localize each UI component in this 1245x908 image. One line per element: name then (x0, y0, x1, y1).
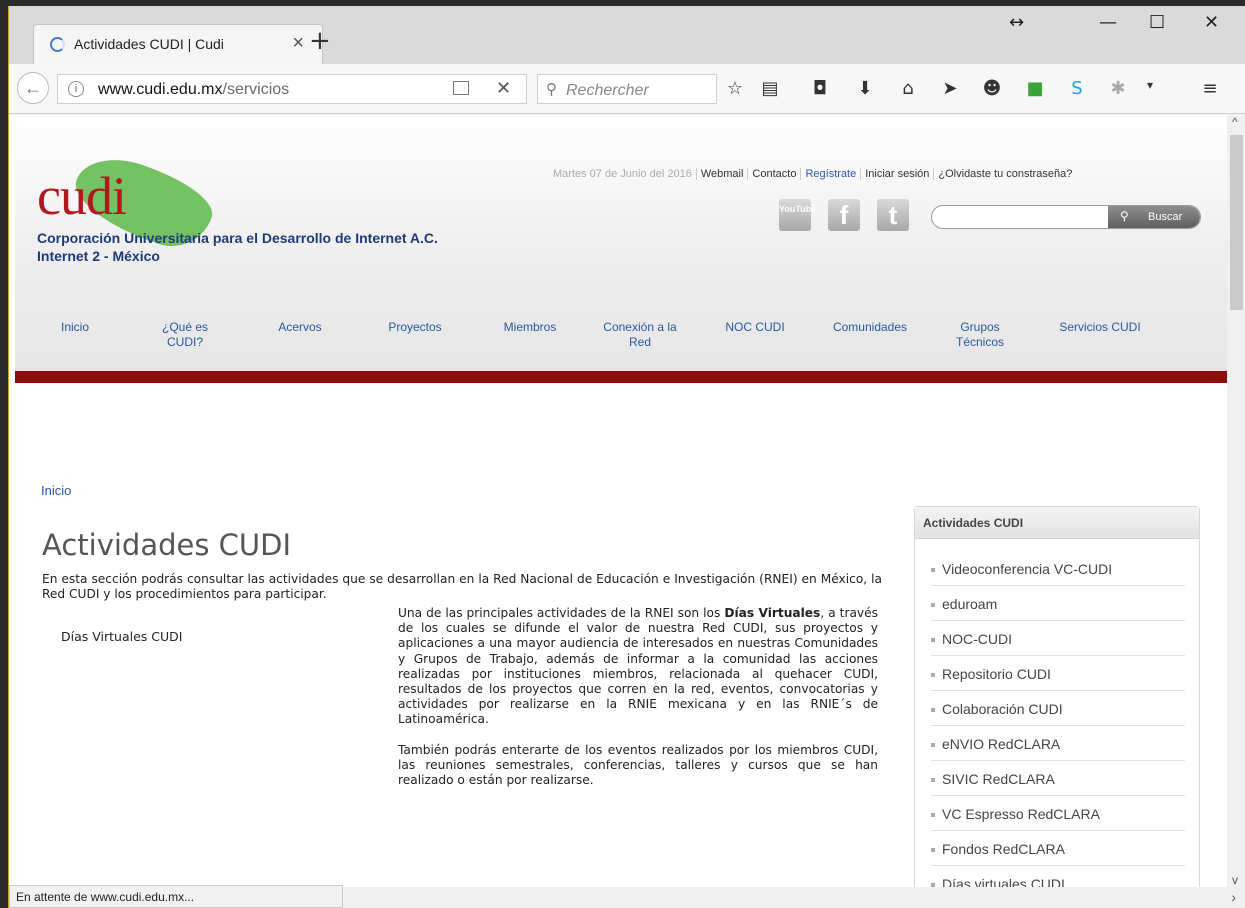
scroll-down-icon[interactable]: v (1232, 873, 1238, 887)
download-icon[interactable]: ⬇ (854, 78, 876, 99)
extension-icon[interactable]: ■ (1024, 78, 1046, 99)
nav-item-conexion[interactable]: Conexión a la Red (590, 320, 690, 350)
maximize-icon[interactable]: ☐ (1149, 12, 1165, 33)
url-bar[interactable]: i www.cudi.edu.mx/servicios ✕ (57, 74, 527, 104)
site-search-button[interactable]: ⚲ Buscar (1108, 206, 1200, 228)
nav-item-noc-cudi[interactable]: NOC CUDI (710, 320, 800, 335)
minimize-icon[interactable]: — (1099, 12, 1117, 33)
facebook-icon[interactable]: f (828, 199, 860, 231)
close-window-icon[interactable]: ✕ (1204, 12, 1219, 33)
intro-text: En esta sección podrás consultar las act… (42, 572, 882, 601)
search-icon: ⚲ (546, 81, 557, 98)
sidebar-item[interactable]: Días virtuales CUDI (931, 866, 1185, 887)
page-title: Actividades CUDI (42, 528, 292, 562)
sidebar-list: Videoconferencia VC-CUDI eduroam NOC-CUD… (915, 539, 1199, 887)
bullet-icon (931, 568, 935, 573)
nav-item-que-es-cudi[interactable]: ¿Qué es CUDI? (145, 320, 225, 350)
nav-item-comunidades[interactable]: Comunidades (820, 320, 920, 335)
scroll-up-icon[interactable]: ^ (1232, 115, 1238, 129)
sidebar-item[interactable]: NOC-CUDI (931, 621, 1185, 656)
sidebar-item[interactable]: Colaboración CUDI (931, 691, 1185, 726)
bullet-icon (931, 813, 935, 818)
breadcrumb[interactable]: Inicio (41, 483, 71, 498)
sidebar-item[interactable]: Videoconferencia VC-CUDI (931, 551, 1185, 586)
nav-bar: ← i www.cudi.edu.mx/servicios ✕ ⚲ Recher… (9, 64, 1245, 114)
link-olvidaste[interactable]: ¿Olvidaste tu constraseña? (933, 168, 1077, 180)
bullet-icon (931, 743, 935, 748)
sidebar-item[interactable]: eNVIO RedCLARA (931, 726, 1185, 761)
nav-item-grupos-tecnicos[interactable]: Grupos Técnicos (940, 320, 1020, 350)
paragraph-1: Una de las principales actividades de la… (398, 606, 878, 727)
bookmark-star-icon[interactable]: ☆ (724, 78, 746, 99)
youtube-icon[interactable]: YouTube (779, 199, 816, 231)
browser-window: Actividades CUDI | Cudi × + ↔ — ☐ ✕ ← i … (8, 6, 1245, 908)
addon-icon[interactable]: ✱ (1107, 78, 1129, 99)
bullet-icon (931, 673, 935, 678)
sidebar-item[interactable]: SIVIC RedCLARA (931, 761, 1185, 796)
send-icon[interactable]: ➤ (939, 78, 961, 99)
sidebar-item[interactable]: VC Espresso RedCLARA (931, 796, 1185, 831)
link-iniciar-sesion[interactable]: Iniciar sesión (860, 168, 934, 180)
info-icon[interactable]: i (68, 81, 84, 97)
tab-title: Actividades CUDI | Cudi (74, 36, 224, 52)
url-text: www.cudi.edu.mx/servicios (98, 81, 290, 98)
bullet-icon (931, 708, 935, 713)
emoji-icon[interactable]: ☻ (981, 78, 1003, 99)
bullet-icon (931, 778, 935, 783)
bullet-icon (931, 638, 935, 643)
status-bar: En attente de www.cudi.edu.mx... (9, 885, 343, 908)
date-label: Martes 07 de Junio del 2016 (553, 168, 692, 180)
nav-item-inicio[interactable]: Inicio (35, 320, 115, 335)
search-icon: ⚲ (1120, 209, 1129, 223)
link-contacto[interactable]: Contacto (747, 168, 801, 180)
body-text: Una de las principales actividades de la… (398, 606, 878, 803)
org-name: Corporación Universitaria para el Desarr… (37, 230, 438, 246)
sidebar-title: Actividades CUDI (915, 507, 1199, 539)
sidebar: Actividades CUDI Videoconferencia VC-CUD… (914, 506, 1200, 887)
link-registrate[interactable]: Regístrate (800, 168, 861, 180)
stop-icon[interactable]: ✕ (496, 78, 511, 99)
site-logo[interactable]: cudi (37, 165, 127, 227)
top-links: Martes 07 de Junio del 2016 Webmail Contac… (549, 168, 1077, 180)
menu-icon[interactable]: ≡ (1199, 78, 1221, 99)
loading-icon (50, 37, 65, 52)
bookmarks-list-icon[interactable]: ▤ (759, 78, 781, 99)
home-icon[interactable]: ⌂ (897, 78, 919, 99)
search-input[interactable]: ⚲ Rechercher (537, 74, 717, 104)
bullet-icon (931, 848, 935, 853)
scroll-right-icon[interactable]: › (1231, 889, 1236, 905)
header-divider (15, 371, 1227, 383)
page-viewport: cudi Corporación Universitaria para el D… (9, 115, 1227, 887)
org-subtitle: Internet 2 - México (37, 248, 160, 264)
dias-virtuales-label: Días Virtuales CUDI (61, 629, 183, 644)
nav-item-servicios-cudi[interactable]: Servicios CUDI (1045, 320, 1155, 335)
tab-active[interactable]: Actividades CUDI | Cudi × (33, 24, 323, 64)
vertical-scrollbar[interactable]: ^ v (1227, 115, 1245, 887)
nav-item-proyectos[interactable]: Proyectos (370, 320, 460, 335)
site-search-field[interactable]: ⚲ Buscar (931, 205, 1201, 229)
back-button[interactable]: ← (17, 72, 49, 104)
link-webmail[interactable]: Webmail (695, 168, 748, 180)
sidebar-item[interactable]: eduroam (931, 586, 1185, 621)
resize-icon[interactable]: ↔ (1009, 12, 1024, 33)
dropdown-icon[interactable]: ▾ (1139, 78, 1161, 92)
sidebar-item[interactable]: Fondos RedCLARA (931, 831, 1185, 866)
reader-view-icon[interactable] (453, 81, 469, 95)
tab-bar: Actividades CUDI | Cudi × + ↔ — ☐ ✕ (9, 6, 1245, 64)
skype-icon[interactable]: S (1066, 78, 1088, 99)
sidebar-item[interactable]: Repositorio CUDI (931, 656, 1185, 691)
close-tab-icon[interactable]: × (292, 32, 304, 55)
bullet-icon (931, 603, 935, 608)
nav-item-acervos[interactable]: Acervos (260, 320, 340, 335)
pocket-icon[interactable]: ◘ (809, 78, 831, 99)
scroll-thumb[interactable] (1230, 135, 1243, 310)
paragraph-2: También podrás enterarte de los eventos … (398, 742, 878, 788)
nav-item-miembros[interactable]: Miembros (485, 320, 575, 335)
new-tab-icon[interactable]: + (309, 26, 331, 56)
search-placeholder: Rechercher (566, 82, 649, 99)
twitter-icon[interactable]: t (877, 199, 909, 231)
